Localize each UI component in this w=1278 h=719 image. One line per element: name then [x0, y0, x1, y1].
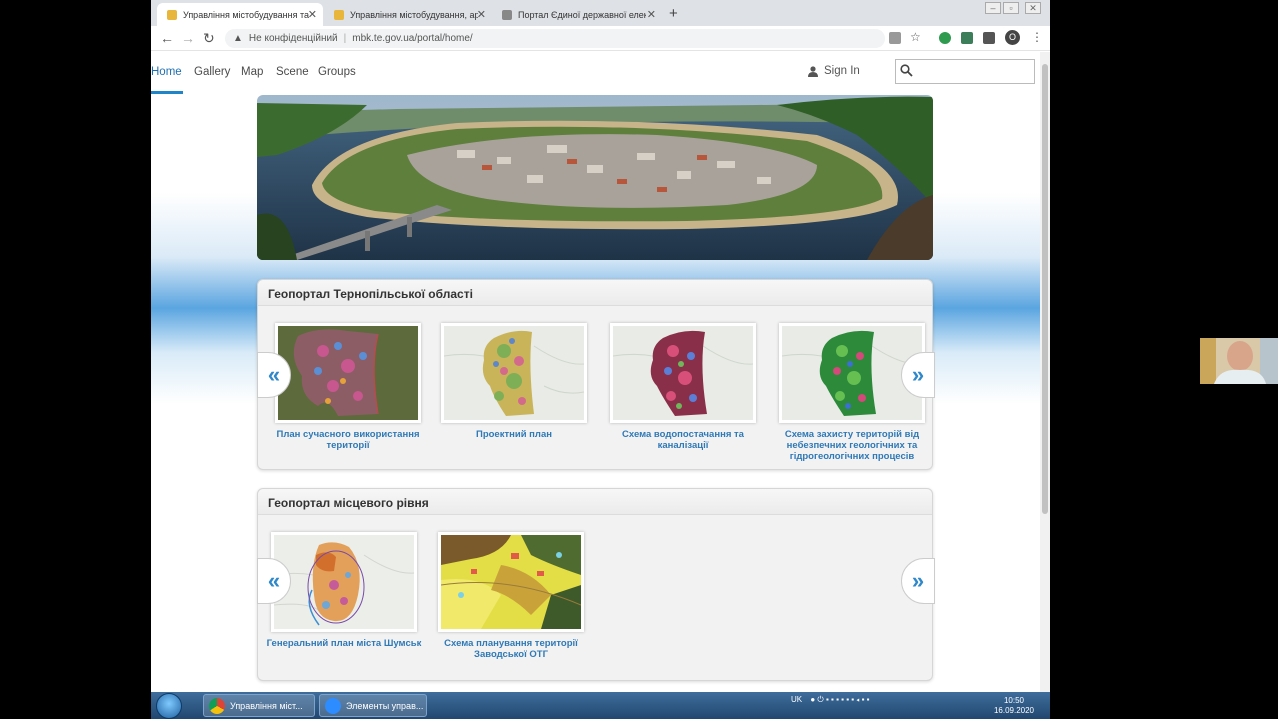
- active-nav-indicator: [151, 91, 183, 94]
- site-favicon-icon: [502, 9, 512, 20]
- gallery-card[interactable]: План сучасного використання території: [275, 323, 421, 463]
- site-favicon-icon: [334, 9, 344, 20]
- minimize-icon[interactable]: –: [985, 2, 1001, 14]
- tab-label: Управління містобудування та а: [183, 9, 311, 20]
- tray-icons[interactable]: ● ⏻ ▪ ▪ ▪ ▪ ▪ ▪ ◂ ▪ ▪: [810, 695, 869, 704]
- taskbar-item-label: Элементы управ...: [346, 700, 424, 711]
- forward-icon[interactable]: →: [181, 30, 195, 46]
- clock-time: 10:50: [1003, 696, 1025, 705]
- nav-map[interactable]: Map: [241, 66, 263, 78]
- card-title[interactable]: Проектний план: [433, 429, 595, 440]
- back-icon[interactable]: ←: [160, 30, 174, 46]
- close-window-icon[interactable]: ✕: [1025, 2, 1041, 14]
- page-viewport: Home Gallery Map Scene Groups Sign In Ге…: [151, 52, 1040, 692]
- map-thumbnail-plan[interactable]: [441, 323, 587, 423]
- nav-scene[interactable]: Scene: [276, 66, 309, 78]
- divider: |: [343, 33, 347, 44]
- webcam-video-overlay: [1200, 338, 1278, 384]
- star-icon[interactable]: ☆: [910, 30, 921, 44]
- sign-in-button[interactable]: Sign In: [808, 65, 860, 77]
- map-thumbnail-city[interactable]: [271, 532, 417, 632]
- hero-banner-image: [257, 95, 933, 260]
- url-text: mbk.te.gov.ua/portal/home/: [352, 33, 473, 44]
- site-nav: Home Gallery Map Scene Groups Sign In: [151, 52, 1040, 94]
- chrome-icon: [209, 697, 225, 714]
- tab-label: Портал Єдиної державної елек: [518, 9, 646, 20]
- gallery-card[interactable]: Схема захисту територій від небезпечних …: [779, 323, 925, 463]
- gallery-card[interactable]: Проектний план: [441, 323, 587, 463]
- search-icon: [900, 64, 913, 77]
- extension-icon[interactable]: [961, 32, 973, 44]
- card-title[interactable]: Схема захисту територій від небезпечних …: [771, 429, 933, 462]
- translate-icon[interactable]: [889, 32, 901, 44]
- os-taskbar: Управління міст... Элементы управ... UK …: [151, 692, 1050, 719]
- puzzle-icon[interactable]: [983, 32, 995, 44]
- security-label: Не конфіденційний: [248, 33, 338, 44]
- search-input[interactable]: [895, 59, 1035, 84]
- close-tab-icon[interactable]: ✕: [477, 8, 486, 21]
- user-icon: [808, 65, 818, 77]
- card-title[interactable]: План сучасного використання території: [267, 429, 429, 451]
- reload-icon[interactable]: ↻: [203, 30, 215, 47]
- sign-in-label: Sign In: [824, 65, 860, 77]
- site-favicon-icon: [167, 9, 177, 20]
- section-panel-local: Геопортал місцевого рівня Генеральний пл…: [257, 488, 935, 681]
- clock-date: 16.09.2020: [993, 706, 1035, 715]
- taskbar-item-chrome[interactable]: Управління міст...: [203, 694, 315, 717]
- tab-label: Управління містобудування, ар: [350, 9, 478, 20]
- gallery-card[interactable]: Генеральний план міста Шумськ: [267, 532, 421, 672]
- map-thumbnail-satellite[interactable]: [275, 323, 421, 423]
- card-title[interactable]: Схема водопостачання та каналізації: [602, 429, 764, 451]
- carousel-next-button[interactable]: »: [901, 558, 935, 604]
- nav-groups[interactable]: Groups: [318, 66, 356, 78]
- browser-tab[interactable]: Портал Єдиної державної елек ✕: [492, 3, 662, 26]
- address-bar[interactable]: ▲ Не конфіденційний | mbk.te.gov.ua/port…: [225, 29, 885, 48]
- browser-tab-active[interactable]: Управління містобудування та а ✕: [157, 3, 323, 26]
- card-title[interactable]: Схема планування території Заводської ОТ…: [430, 638, 592, 660]
- scrollbar-thumb[interactable]: [1042, 64, 1048, 514]
- section-title: Геопортал Тернопільської області: [258, 280, 932, 306]
- nav-home[interactable]: Home: [151, 66, 182, 78]
- page-scrollbar[interactable]: [1040, 52, 1050, 692]
- system-tray: UK ● ⏻ ▪ ▪ ▪ ▪ ▪ ▪ ◂ ▪ ▪: [791, 695, 870, 705]
- taskbar-item-zoom[interactable]: Элементы управ...: [319, 694, 427, 717]
- close-tab-icon[interactable]: ✕: [647, 8, 656, 21]
- close-tab-icon[interactable]: ✕: [308, 8, 317, 21]
- profile-avatar[interactable]: O: [1005, 30, 1020, 45]
- map-thumbnail-water[interactable]: [610, 323, 756, 423]
- nav-gallery[interactable]: Gallery: [194, 66, 230, 78]
- browser-window: Управління містобудування та а ✕ Управлі…: [151, 0, 1050, 719]
- screen: Управління містобудування та а ✕ Управлі…: [0, 0, 1278, 719]
- taskbar-item-label: Управління міст...: [230, 700, 303, 711]
- browser-toolbar: ← → ↻ ▲ Не конфіденційний | mbk.te.gov.u…: [151, 26, 1050, 51]
- browser-tab[interactable]: Управління містобудування, ар ✕: [324, 3, 492, 26]
- new-tab-button[interactable]: +: [669, 5, 678, 22]
- menu-dots-icon[interactable]: ⋮: [1031, 30, 1043, 44]
- gallery-card[interactable]: Схема водопостачання та каналізації: [610, 323, 756, 463]
- shield-extension-icon[interactable]: [939, 32, 951, 44]
- gallery-card[interactable]: Схема планування території Заводської ОТ…: [438, 532, 584, 672]
- tab-bar: Управління містобудування та а ✕ Управлі…: [151, 0, 1050, 26]
- section-panel-oblast: Геопортал Тернопільської області План су…: [257, 279, 935, 470]
- system-clock[interactable]: 10:50 16.09.2020: [989, 696, 1039, 716]
- restore-icon[interactable]: ▫: [1003, 2, 1019, 14]
- section-title: Геопортал місцевого рівня: [258, 489, 932, 515]
- zoom-icon: [325, 697, 341, 714]
- map-thumbnail-territory[interactable]: [438, 532, 584, 632]
- card-title[interactable]: Генеральний план міста Шумськ: [263, 638, 425, 649]
- start-button[interactable]: [156, 693, 182, 719]
- warning-icon: ▲: [233, 33, 243, 44]
- language-indicator[interactable]: UK: [791, 695, 802, 704]
